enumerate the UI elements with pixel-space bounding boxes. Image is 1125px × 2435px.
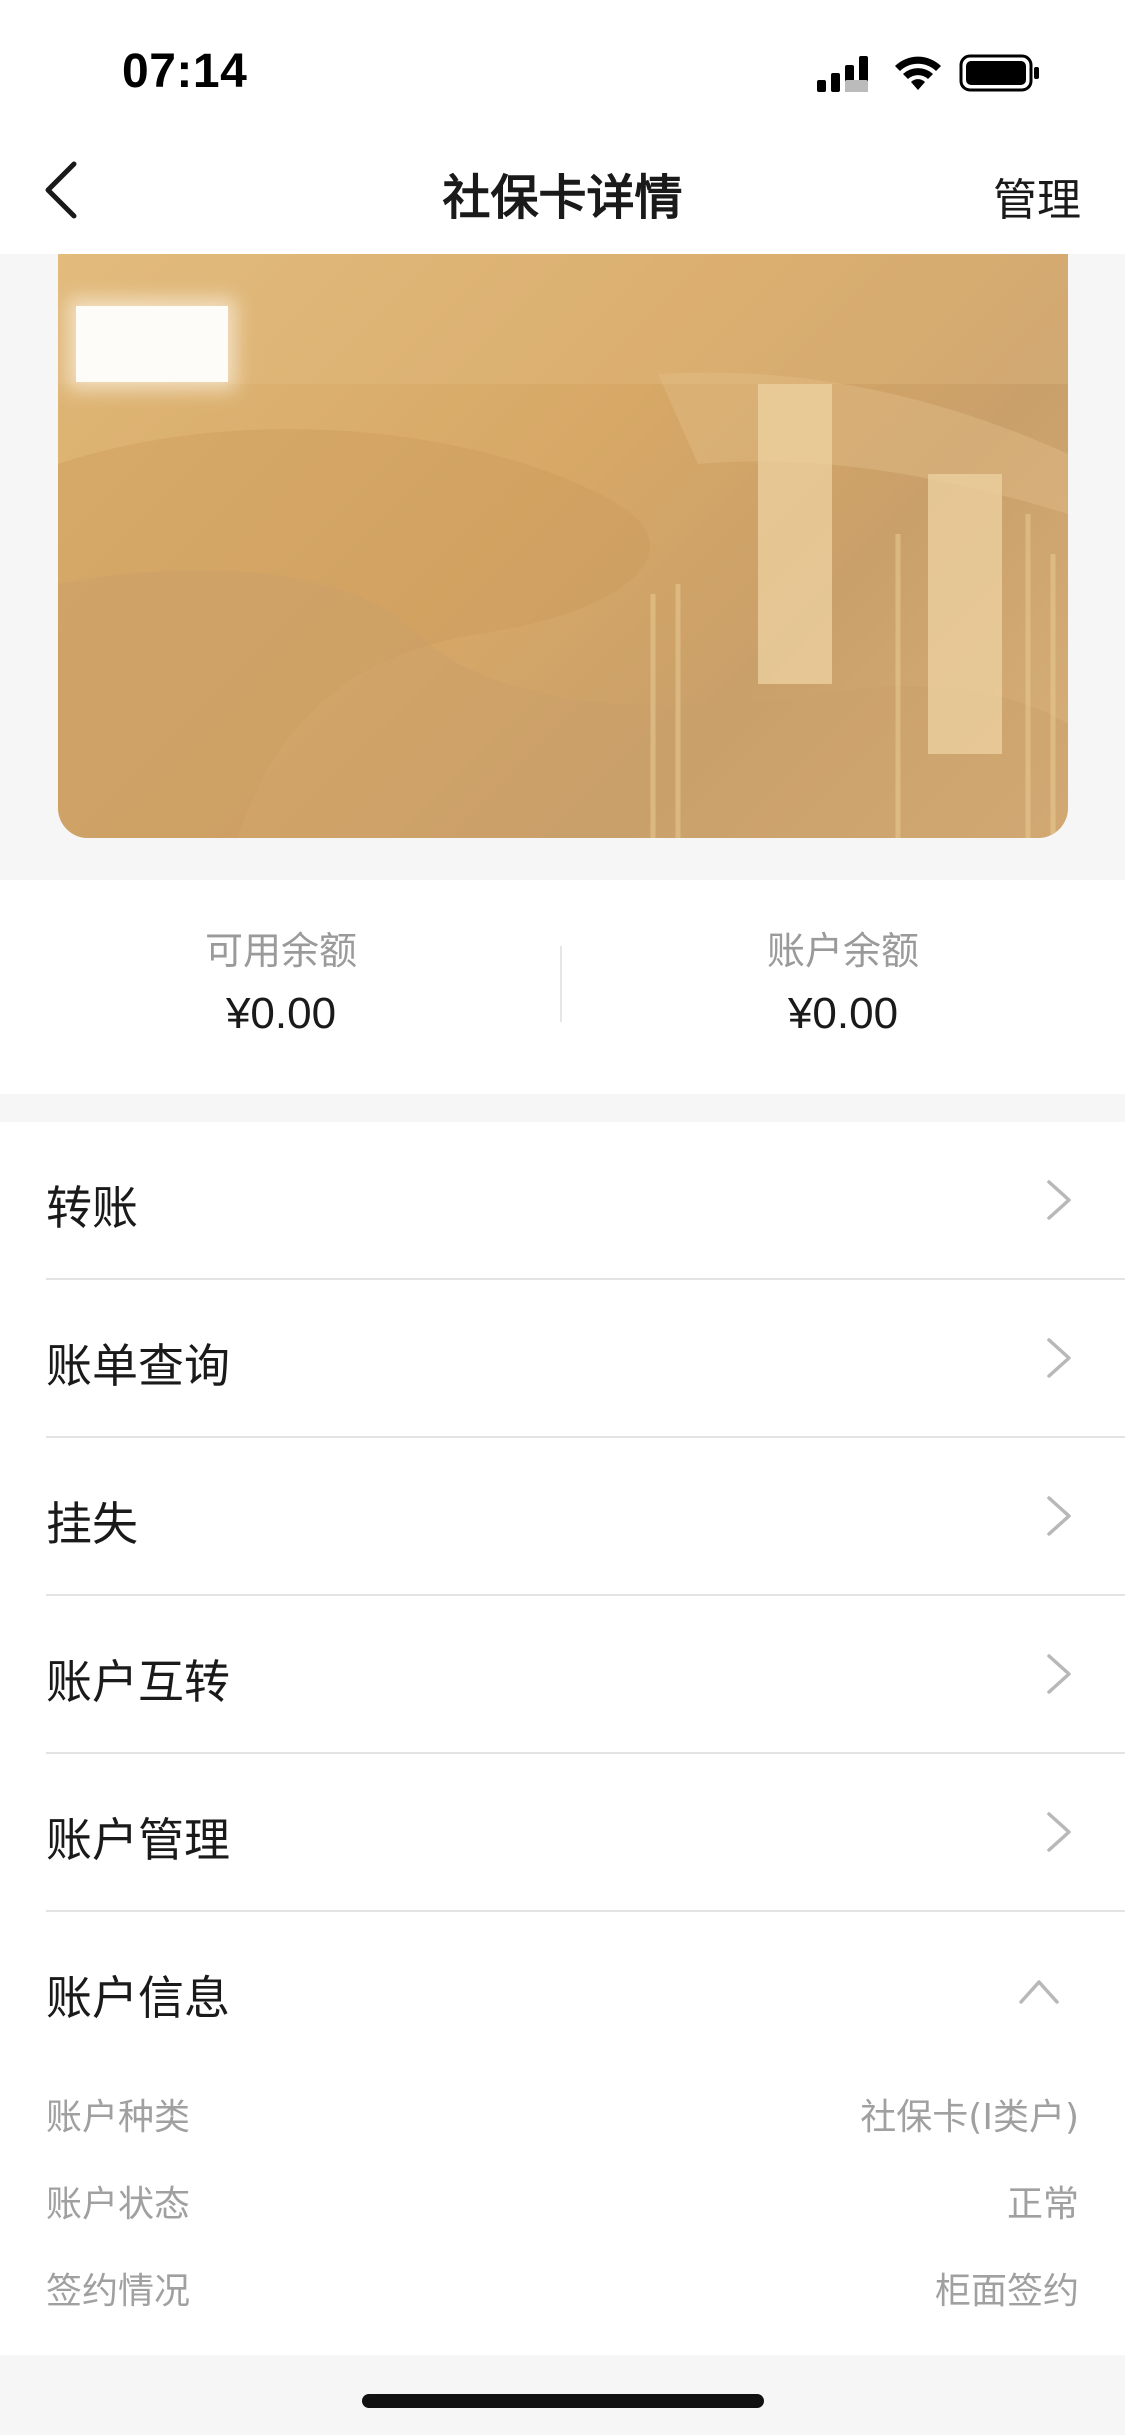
menu-item-label: 转账: [46, 1181, 138, 1235]
account-balance-value: ¥0.00: [787, 989, 899, 1038]
menu-item-report-loss[interactable]: 挂失: [46, 1438, 1125, 1596]
signal-icon: [817, 56, 868, 92]
info-row-account-type: 账户种类 社保卡(I类户): [46, 2074, 1079, 2161]
menu-item-label: 账单查询: [46, 1339, 230, 1393]
account-balance: 账户余额 ¥0.00: [562, 920, 1124, 1039]
info-row-account-status: 账户状态 正常: [46, 2161, 1079, 2248]
manage-button[interactable]: 管理: [993, 164, 1081, 228]
wifi-icon: [895, 56, 941, 90]
menu-item-account-transfer[interactable]: 账户互转: [46, 1596, 1125, 1754]
page-title: 社保卡详情: [442, 170, 683, 226]
info-value: 社保卡(I类户): [860, 2097, 1079, 2138]
chevron-right-icon: [1047, 1496, 1071, 1536]
account-balance-label: 账户余额: [766, 929, 919, 973]
account-info-title: 账户信息: [46, 1971, 230, 2025]
chevron-right-icon: [1047, 1812, 1071, 1852]
home-indicator[interactable]: [362, 2394, 764, 2408]
chevron-right-icon: [1047, 1654, 1071, 1694]
chevron-right-icon: [1047, 1338, 1071, 1378]
battery-icon: [959, 54, 1039, 92]
info-row-signing-status: 签约情况 柜面签约: [46, 2248, 1079, 2335]
menu-item-label: 挂失: [46, 1497, 138, 1551]
info-key: 账户状态: [46, 2184, 191, 2225]
chevron-up-icon: [1019, 1980, 1059, 2004]
menu-item-transfer[interactable]: 转账: [46, 1122, 1125, 1280]
info-key: 账户种类: [46, 2097, 191, 2138]
action-menu: 转账 账单查询 挂失 账户互转 账户管理 账户信息 账户种类 社保卡(I类户) …: [0, 1122, 1125, 2355]
status-time: 07:14: [122, 45, 248, 98]
card-logo-redacted: [76, 306, 228, 382]
chevron-right-icon: [1047, 1180, 1071, 1220]
menu-item-account-management[interactable]: 账户管理: [46, 1754, 1125, 1912]
info-value: 柜面签约: [934, 2271, 1079, 2312]
menu-item-bill-query[interactable]: 账单查询: [46, 1280, 1125, 1438]
info-value: 正常: [1006, 2184, 1079, 2225]
available-balance-label: 可用余额: [204, 929, 357, 973]
status-icons: [817, 52, 1047, 92]
available-balance: 可用余额 ¥0.00: [0, 920, 562, 1039]
available-balance-value: ¥0.00: [225, 989, 337, 1038]
account-info-toggle[interactable]: 账户信息: [46, 1912, 1125, 2068]
menu-item-label: 账户管理: [46, 1813, 230, 1867]
account-info-details: 账户种类 社保卡(I类户) 账户状态 正常 签约情况 柜面签约: [0, 2068, 1125, 2355]
menu-item-label: 账户互转: [46, 1655, 230, 1709]
info-key: 签约情况: [46, 2271, 191, 2312]
